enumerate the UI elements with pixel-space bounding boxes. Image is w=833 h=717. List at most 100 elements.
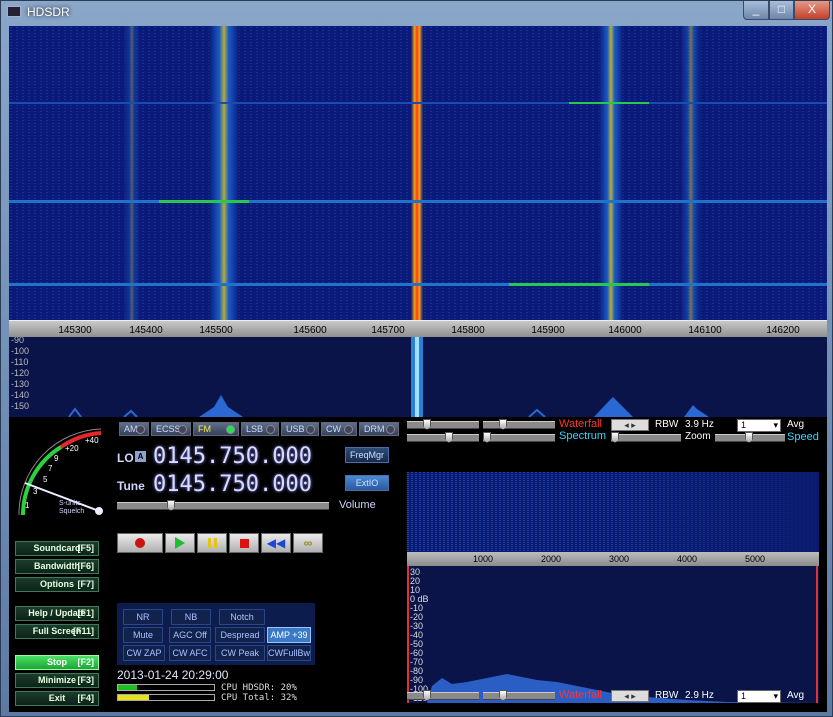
button-label: Options: [40, 579, 74, 589]
spectrum-level-label: -130: [11, 379, 30, 389]
rf-waterfall-contrast-slider[interactable]: [407, 419, 479, 430]
datetime-display: 2013-01-24 20:29:00: [117, 668, 229, 682]
stop-button[interactable]: Stop [F2]: [15, 655, 99, 670]
cw-afc-button[interactable]: CW AFC: [169, 645, 211, 661]
slider-thumb[interactable]: [611, 432, 619, 443]
speed-slider[interactable]: [715, 432, 785, 443]
af-freq-tick: 1000: [472, 554, 494, 564]
pause-button[interactable]: [197, 533, 227, 553]
title-bar[interactable]: HDSDR _ □ X: [1, 1, 833, 23]
extio-button[interactable]: ExtIO: [345, 475, 389, 491]
slider-thumb[interactable]: [445, 432, 453, 443]
af-waterfall-contrast-slider[interactable]: [407, 690, 479, 701]
play-button[interactable]: [165, 533, 195, 553]
af-spectrum[interactable]: 30 20 10 0 dB -10 -20 -30 -40 -50 -60 -7…: [407, 566, 819, 703]
mute-button[interactable]: Mute: [123, 627, 163, 643]
af-spectrum-graphic: [407, 566, 819, 703]
led-icon: [178, 425, 187, 434]
tune-label: Tune: [117, 479, 145, 493]
agc-button[interactable]: AGC Off: [169, 627, 211, 643]
cw-zap-button[interactable]: CW ZAP: [123, 645, 165, 661]
shortcut-key: [F4]: [77, 693, 95, 703]
button-label: Exit: [48, 693, 66, 703]
mode-ecss-button[interactable]: ECSS: [151, 422, 191, 436]
led-icon: [344, 425, 353, 434]
rewind-icon: ◀◀: [266, 536, 286, 550]
lo-lock-badge[interactable]: A: [135, 451, 146, 462]
led-icon: [266, 425, 275, 434]
nr-button[interactable]: NR: [123, 609, 163, 625]
rbw-stepper[interactable]: ◂ ▸: [611, 419, 649, 431]
slider-thumb[interactable]: [483, 432, 491, 443]
options-button[interactable]: Options [F7]: [15, 577, 99, 592]
lo-frequency-display[interactable]: 0145.750.000: [153, 444, 312, 469]
rf-frequency-scale[interactable]: 145300 145400 145500 145600 145700 14580…: [9, 320, 827, 337]
stop-playback-button[interactable]: [229, 533, 259, 553]
speed-label: Speed: [787, 431, 819, 443]
af-avg-select[interactable]: 1 ▾: [737, 690, 781, 703]
cpu-hdsdr-label: CPU HDSDR: 20%: [221, 683, 297, 693]
mode-cw-button[interactable]: CW: [321, 422, 357, 436]
af-waterfall-brightness-slider[interactable]: [483, 690, 555, 701]
nb-button[interactable]: NB: [171, 609, 211, 625]
af-frequency-scale[interactable]: 1000 2000 3000 4000 5000: [407, 552, 819, 566]
rf-waterfall-brightness-slider[interactable]: [483, 419, 555, 430]
slider-thumb[interactable]: [167, 500, 175, 511]
smeter-caption: Squelch: [59, 508, 84, 515]
shortcut-key: [F1]: [77, 608, 95, 618]
rf-avg-select[interactable]: 1 ▾: [737, 419, 781, 432]
af-waterfall-graphic: [407, 472, 819, 552]
soundcard-button[interactable]: Soundcard [F5]: [15, 541, 99, 556]
minimize-button[interactable]: Minimize [F3]: [15, 673, 99, 688]
amp-button[interactable]: AMP +39: [267, 627, 311, 643]
button-label: Bandwidth: [34, 561, 80, 571]
slider-thumb[interactable]: [423, 690, 431, 701]
mode-fm-button[interactable]: FM: [193, 422, 239, 436]
bandwidth-button[interactable]: Bandwidth [F6]: [15, 559, 99, 574]
slider-thumb[interactable]: [745, 432, 753, 443]
spectrum-level-label: -150: [11, 401, 30, 411]
minimize-window-button[interactable]: _: [743, 1, 769, 20]
rf-spectrum[interactable]: -90 -100 -110 -120 -130 -140 -150: [9, 337, 827, 417]
button-label: Stop: [47, 657, 67, 667]
zoom-slider[interactable]: [611, 432, 681, 443]
exit-button[interactable]: Exit [F4]: [15, 691, 99, 706]
mode-label: USB: [286, 424, 305, 434]
loop-button[interactable]: ∞: [293, 533, 323, 553]
help-update-button[interactable]: Help / Update [F1]: [15, 606, 99, 621]
mode-usb-button[interactable]: USB: [281, 422, 319, 436]
freq-tick: 145700: [371, 325, 405, 336]
af-waterfall[interactable]: [407, 472, 819, 552]
slider-thumb[interactable]: [499, 690, 507, 701]
close-window-button[interactable]: X: [794, 1, 830, 20]
rewind-button[interactable]: ◀◀: [261, 533, 291, 553]
button-label: Minimize: [37, 675, 76, 685]
notch-button[interactable]: Notch: [219, 609, 265, 625]
volume-slider[interactable]: [117, 500, 329, 511]
cw-peak-button[interactable]: CW Peak: [215, 645, 265, 661]
mode-lsb-button[interactable]: LSB: [241, 422, 279, 436]
mode-drm-button[interactable]: DRM: [359, 422, 399, 436]
af-rbw-stepper[interactable]: ◂ ▸: [611, 690, 649, 702]
despread-button[interactable]: Despread: [215, 627, 265, 643]
slider-thumb[interactable]: [423, 419, 431, 430]
led-icon: [226, 425, 235, 434]
full-screen-button[interactable]: Full Screen [F11]: [15, 624, 99, 639]
record-button[interactable]: [117, 533, 163, 553]
spectrum-label: Spectrum: [559, 430, 607, 442]
freq-tick: 145400: [129, 325, 163, 336]
rf-spectrum-brightness-slider[interactable]: [483, 432, 555, 443]
freqmgr-button[interactable]: FreqMgr: [345, 447, 389, 463]
slider-thumb[interactable]: [499, 419, 507, 430]
freq-tick: 145800: [451, 325, 485, 336]
rf-waterfall[interactable]: [9, 26, 827, 320]
af-avg-label: Avg: [787, 690, 805, 701]
mode-am-button[interactable]: AM: [119, 422, 149, 436]
cw-fullbw-button[interactable]: CWFullBw: [267, 645, 311, 661]
avg-label: Avg: [787, 419, 805, 430]
tune-frequency-display[interactable]: 0145.750.000: [153, 472, 312, 497]
play-icon: [175, 537, 185, 549]
rf-spectrum-contrast-slider[interactable]: [407, 432, 479, 443]
maximize-window-button[interactable]: □: [769, 1, 794, 20]
mode-label: FM: [198, 424, 211, 434]
